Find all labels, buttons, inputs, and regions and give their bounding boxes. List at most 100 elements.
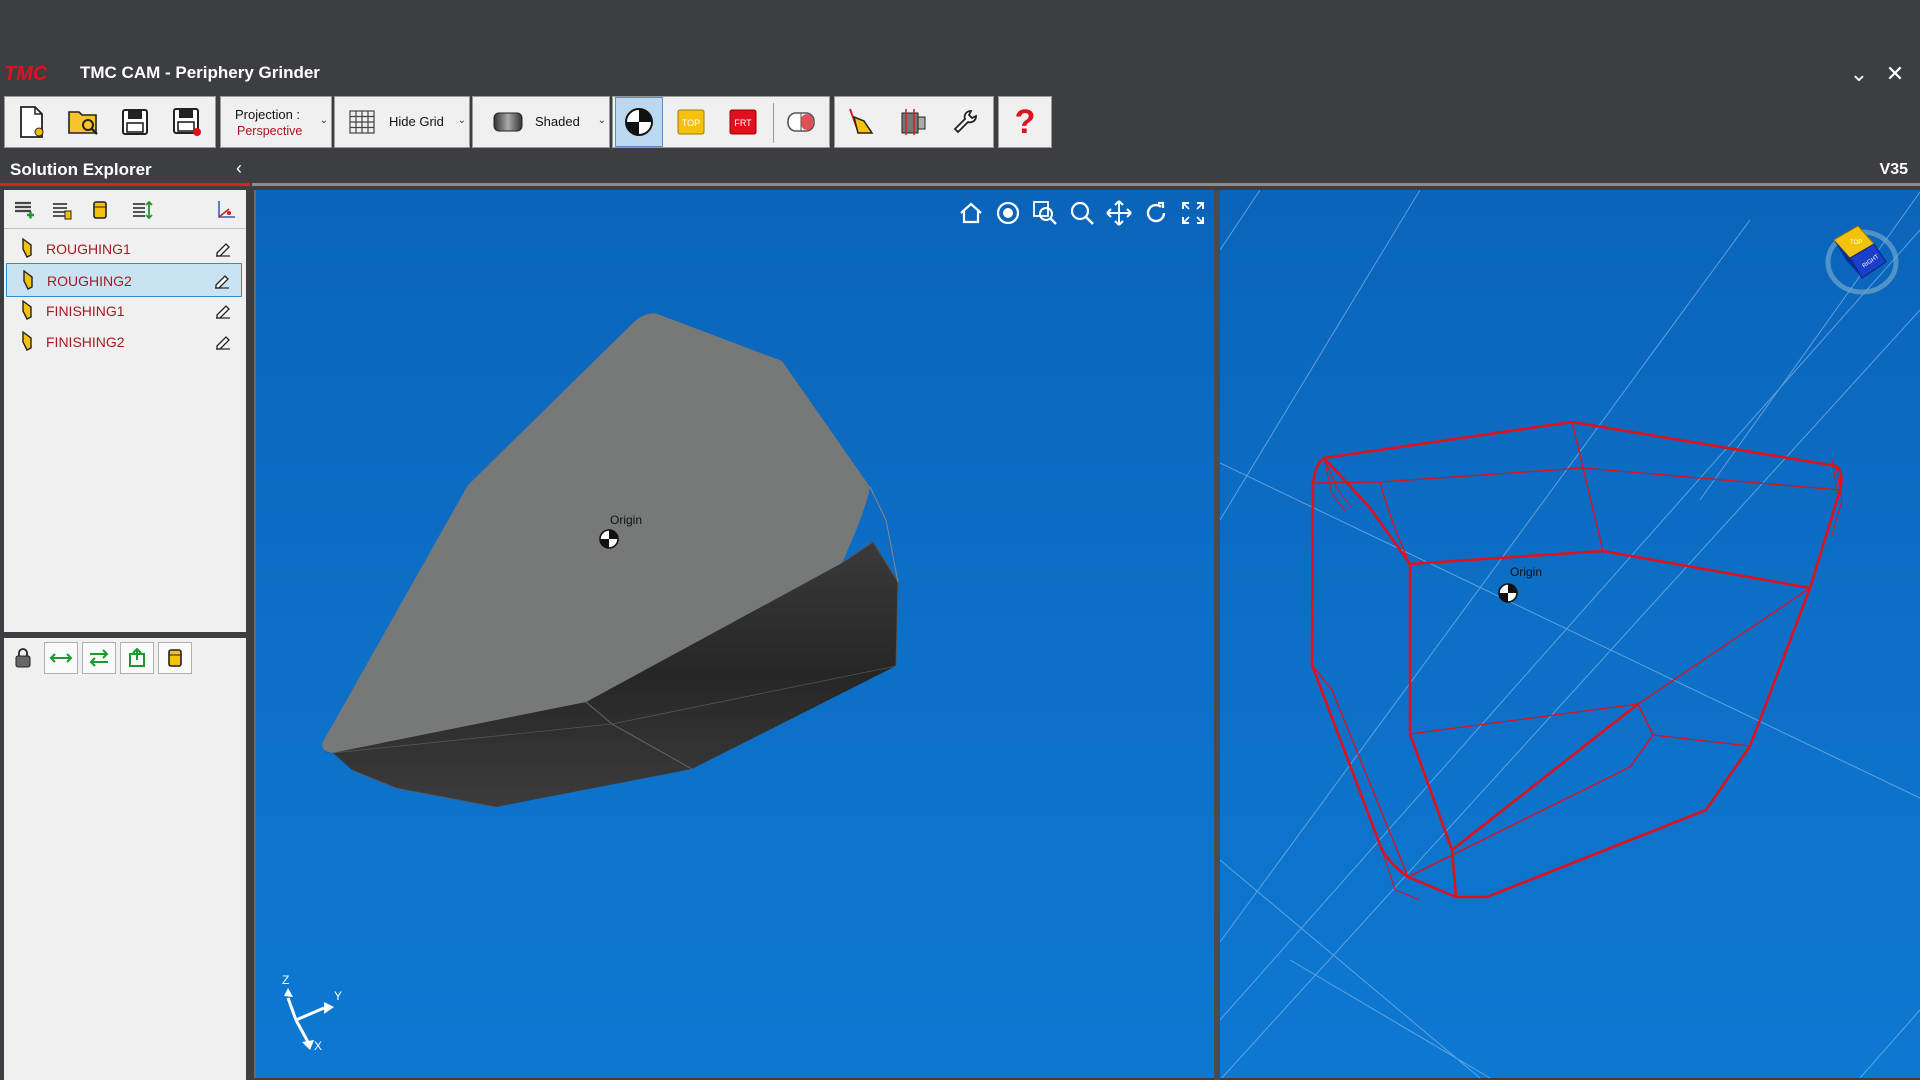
grinding-wheel-icon (22, 238, 32, 258)
tree-item-roughing1[interactable]: ROUGHING1 (6, 232, 242, 266)
solution-explorer-title: Solution Explorer (10, 160, 152, 179)
tool-path-icon (849, 108, 874, 134)
open-folder-icon[interactable] (61, 101, 105, 143)
machine-icon (901, 109, 926, 135)
axis-icon (218, 201, 235, 218)
svg-text:TOP: TOP (682, 118, 700, 128)
copy-list-icon (53, 203, 72, 220)
svg-text:FRT: FRT (734, 118, 752, 128)
sort-operations-button[interactable] (128, 196, 156, 224)
projection-value: Perspective (237, 124, 303, 138)
shading-dropdown[interactable]: Shaded ⌄ (472, 96, 610, 148)
axis-triad: Z Y X (282, 973, 342, 1053)
export-button[interactable] (120, 642, 154, 674)
axis-label-z: Z (282, 973, 289, 987)
cylinder-icon (168, 649, 182, 667)
new-file-icon[interactable] (9, 101, 53, 143)
chevron-down-icon: ⌄ (457, 115, 466, 126)
solution-explorer-panel: ROUGHING1 ROUGHING2 FINISHING1 FINISHING… (4, 190, 246, 632)
projection-dropdown[interactable]: Projection : Perspective ⌄ (220, 96, 332, 148)
lock-button[interactable] (6, 642, 40, 674)
sort-icon (133, 200, 153, 220)
front-view-button[interactable]: FRT (721, 101, 765, 143)
edit-pencil-icon[interactable] (213, 271, 231, 289)
swap-direction-button[interactable] (82, 642, 116, 674)
wireframe-viewport[interactable]: Origin TOP RIGHT (1220, 190, 1920, 1078)
delete-operation-button[interactable] (86, 196, 114, 224)
wireframe-insert-model: Origin (1220, 190, 1920, 1078)
viewport-header: V35 (252, 154, 1920, 186)
cylinder-icon (93, 201, 107, 219)
explorer-toolbar (4, 190, 246, 229)
grinding-wheel-icon (23, 270, 33, 290)
horizontal-arrows-icon (49, 653, 73, 663)
save-as-icon[interactable] (165, 101, 209, 143)
file-toolbar-group (4, 96, 216, 148)
grid-icon (349, 110, 375, 134)
help-toolbar-group: ? (998, 96, 1052, 148)
title-bar: TMC TMC CAM - Periphery Grinder ⌄ ✕ (0, 57, 1920, 91)
view-cube[interactable]: TOP RIGHT (1820, 218, 1900, 298)
settings-wrench-icon (953, 110, 977, 134)
version-label: V35 (1879, 161, 1908, 178)
section-view-button[interactable] (779, 101, 823, 143)
tree-item-label: ROUGHING2 (47, 273, 132, 289)
origin-marker (1498, 583, 1518, 603)
tools-toolbar-group (834, 96, 994, 148)
save-icon[interactable] (113, 101, 157, 143)
move-horizontal-button[interactable] (44, 642, 78, 674)
tree-item-label: ROUGHING1 (46, 241, 131, 257)
tree-item-roughing2[interactable]: ROUGHING2 (6, 263, 242, 297)
grinding-wheel-icon (22, 331, 32, 351)
view-cube-top-label: TOP (1850, 240, 1862, 246)
shaded-insert-model: Origin Z Y X (282, 313, 899, 1053)
edit-pencil-icon[interactable] (214, 332, 232, 350)
collapse-panel-button[interactable]: ‹ (236, 158, 242, 179)
add-list-icon (15, 201, 34, 219)
machine-button[interactable] (891, 101, 935, 143)
tree-item-label: FINISHING2 (46, 334, 125, 350)
tool-path-button[interactable] (839, 101, 883, 143)
svg-text:TMC: TMC (4, 63, 48, 83)
wireframe-edges (1310, 420, 1843, 901)
view-toolbar-group: TOP FRT (612, 96, 830, 148)
cylinder-tool-button[interactable] (158, 642, 192, 674)
chevron-down-icon: ⌄ (319, 115, 328, 126)
help-icon: ? (1014, 103, 1036, 141)
grinding-wheel-icon (22, 300, 32, 320)
origin-marker (599, 529, 619, 549)
add-operation-button[interactable] (10, 196, 38, 224)
top-view-icon: TOP (677, 109, 705, 135)
solution-explorer-header: Solution Explorer ‹ (0, 154, 250, 186)
grid-dropdown[interactable]: Hide Grid ⌄ (334, 96, 470, 148)
tree-item-finishing1[interactable]: FINISHING1 (6, 294, 242, 328)
top-padding (0, 0, 1920, 57)
toolbar-separator (773, 103, 774, 143)
app-title: TMC CAM - Periphery Grinder (80, 63, 320, 82)
shaded-cylinder-icon (493, 112, 523, 132)
shading-label: Shaded (535, 114, 580, 129)
copy-operation-button[interactable] (48, 196, 76, 224)
axis-label-x: X (314, 1039, 322, 1053)
main-toolbar: Projection : Perspective ⌄ Hide Grid ⌄ S… (0, 94, 1920, 152)
help-button[interactable]: ? (1003, 101, 1047, 143)
shaded-viewport[interactable]: Origin Z Y X (254, 190, 1216, 1078)
minimize-button[interactable]: ⌄ (1846, 61, 1872, 87)
settings-wrench-button[interactable] (943, 101, 987, 143)
projection-label: Projection : (235, 107, 301, 122)
swap-arrows-icon (89, 649, 109, 667)
edit-pencil-icon[interactable] (214, 239, 232, 257)
top-view-button[interactable]: TOP (669, 101, 713, 143)
tree-item-finishing2[interactable]: FINISHING2 (6, 325, 242, 359)
edit-pencil-icon[interactable] (214, 301, 232, 319)
grid-label: Hide Grid (389, 114, 444, 129)
axis-label-y: Y (334, 989, 342, 1003)
close-button[interactable]: ✕ (1882, 61, 1908, 87)
origin-view-icon (625, 108, 653, 136)
properties-panel (4, 638, 246, 1080)
axis-settings-button[interactable] (212, 196, 240, 224)
lock-icon (15, 648, 31, 668)
tmc-logo-icon: TMC (4, 63, 48, 83)
origin-label: Origin (1510, 565, 1542, 579)
origin-view-button[interactable] (615, 97, 663, 147)
